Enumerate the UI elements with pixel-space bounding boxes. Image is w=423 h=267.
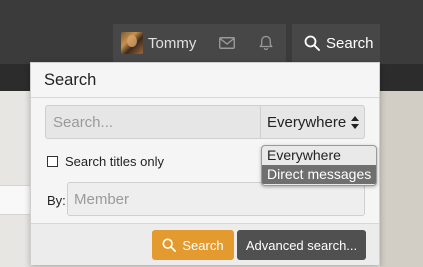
search-icon — [162, 238, 177, 252]
member-input[interactable] — [67, 182, 365, 216]
header-search-label: Search — [326, 34, 374, 52]
popup-footer: Search Advanced search... — [31, 223, 379, 265]
search-submit-label: Search — [182, 237, 224, 253]
popup-divider — [31, 97, 379, 98]
by-label: By: — [47, 193, 66, 208]
search-popup: Search Everywhere Search titles only By:… — [30, 62, 380, 265]
search-input[interactable] — [46, 106, 260, 138]
search-submit-button[interactable]: Search — [152, 230, 234, 260]
titles-only-option[interactable]: Search titles only — [47, 154, 164, 169]
scope-dropdown-list: Everywhere Direct messages — [261, 145, 377, 186]
popup-title: Search — [44, 71, 97, 89]
search-scope-select[interactable]: Everywhere — [260, 106, 365, 138]
search-icon — [304, 35, 320, 51]
scope-option-everywhere[interactable]: Everywhere — [262, 146, 376, 165]
user-menu-button[interactable]: Tommy — [113, 24, 207, 62]
alerts-button[interactable] — [246, 24, 286, 62]
user-avatar — [121, 32, 143, 54]
sidebar-strip — [380, 91, 423, 267]
select-arrows-icon — [351, 116, 359, 129]
advanced-search-button[interactable]: Advanced search... — [237, 230, 366, 260]
scope-option-direct-messages[interactable]: Direct messages — [262, 165, 376, 184]
advanced-search-label: Advanced search... — [245, 237, 358, 253]
header-search-button[interactable]: Search — [292, 24, 380, 62]
bell-icon — [259, 35, 273, 51]
content-card-edge — [0, 185, 30, 215]
envelope-icon — [219, 37, 235, 49]
search-field-group: Everywhere — [45, 105, 365, 139]
titles-only-checkbox[interactable] — [47, 156, 58, 167]
titles-only-label: Search titles only — [65, 154, 164, 169]
search-scope-value: Everywhere — [267, 113, 347, 131]
user-name: Tommy — [148, 34, 197, 52]
inbox-button[interactable] — [207, 24, 247, 62]
